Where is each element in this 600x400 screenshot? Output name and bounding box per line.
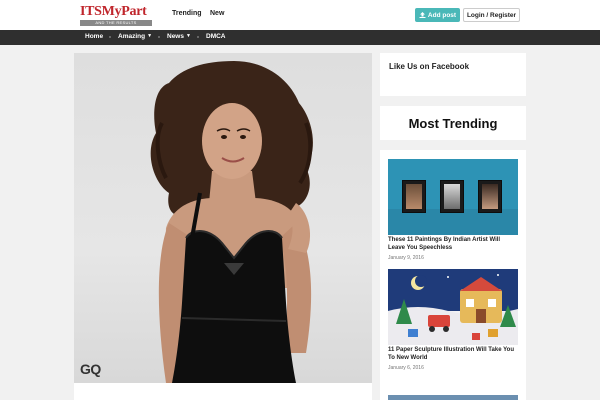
chevron-down-icon: ▼	[185, 33, 191, 39]
post-thumbnail[interactable]	[388, 395, 518, 400]
post-title[interactable]: 11 Paper Sculpture Illustration Will Tak…	[388, 347, 518, 362]
logo-text-part: Part	[121, 4, 147, 19]
menu-item-home[interactable]: Home	[85, 33, 103, 40]
post-title[interactable]: These 11 Paintings By Indian Artist Will…	[388, 237, 518, 252]
add-post-label: Add post	[427, 11, 457, 19]
post-date: January 9, 2016	[388, 255, 424, 261]
paper-sculpture-thumbnail-image	[388, 269, 518, 345]
gq-watermark: GQ	[80, 361, 101, 377]
facebook-widget: Like Us on Facebook	[380, 53, 526, 96]
menu-item-news[interactable]: News ▼	[167, 33, 191, 40]
post-date: January 6, 2016	[388, 365, 424, 371]
menu-item-amazing-label: Amazing	[118, 33, 146, 40]
logo-text: ITSMy	[80, 4, 122, 19]
post-thumbnail[interactable]	[388, 269, 518, 345]
main-menu: Home Amazing ▼ News ▼ DMCA	[0, 30, 600, 45]
list-item[interactable]: 11 Paper Sculpture Illustration Will Tak…	[388, 269, 518, 371]
painting-frame	[440, 180, 464, 213]
menu-item-dmca[interactable]: DMCA	[206, 33, 226, 40]
menu-item-news-label: News	[167, 33, 184, 40]
upload-icon	[419, 12, 426, 18]
post-thumbnail[interactable]	[388, 159, 518, 235]
featured-image[interactable]: GQ	[74, 53, 372, 383]
featured-photo	[150, 61, 313, 383]
most-trending-title: Most Trending	[408, 115, 498, 131]
painting-frame	[402, 180, 426, 213]
menu-separator	[109, 36, 111, 38]
menu-item-amazing[interactable]: Amazing ▼	[118, 33, 152, 40]
list-item[interactable]	[388, 395, 518, 400]
nav-trending-link[interactable]: Trending	[172, 10, 202, 17]
menu-separator	[158, 36, 160, 38]
facebook-widget-title: Like Us on Facebook	[389, 62, 470, 71]
nav-new-link[interactable]: New	[210, 10, 224, 17]
logo-tagline: AND THE RESULTS	[95, 20, 137, 25]
article-card	[74, 383, 372, 400]
site-logo[interactable]: ITSMyPart AND THE RESULTS	[80, 4, 152, 26]
top-bar: ITSMyPart AND THE RESULTS Trending New A…	[0, 0, 600, 30]
chevron-down-icon: ▼	[147, 33, 153, 39]
most-trending-header: Most Trending	[380, 106, 526, 140]
login-register-button[interactable]: Login / Register	[463, 8, 520, 22]
painting-frame	[478, 180, 502, 213]
trending-list: These 11 Paintings By Indian Artist Will…	[380, 150, 526, 400]
list-item[interactable]: These 11 Paintings By Indian Artist Will…	[388, 159, 518, 261]
add-post-button[interactable]: Add post	[415, 8, 460, 22]
menu-separator	[197, 36, 199, 38]
